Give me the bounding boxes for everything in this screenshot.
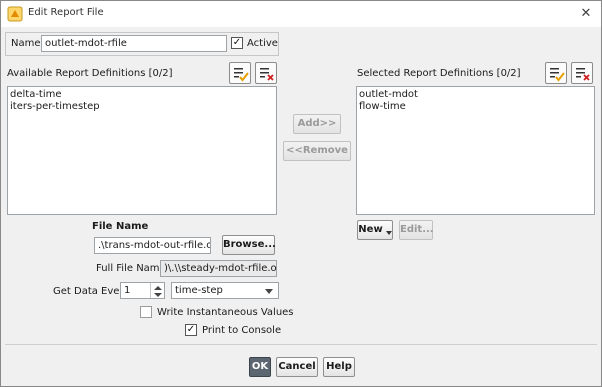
available-list[interactable]: delta-time iters-per-timestep (7, 86, 277, 215)
close-icon[interactable]: ✕ (575, 3, 597, 25)
remove-button[interactable]: <<Remove (283, 141, 351, 161)
get-data-every-value: 1 (124, 285, 131, 296)
spinner-control[interactable] (150, 283, 164, 298)
available-heading: Available Report Definitions [0/2] (7, 68, 173, 79)
add-button[interactable]: Add>> (293, 114, 341, 134)
available-deselect-all-button[interactable] (255, 62, 277, 84)
help-button[interactable]: Help (323, 357, 355, 377)
deselect-all-icon (576, 68, 590, 81)
select-all-icon (234, 68, 249, 82)
full-file-name-label: Full File Name (96, 263, 166, 274)
selected-select-all-button[interactable] (545, 62, 567, 84)
active-label: Active (247, 38, 278, 49)
selected-list[interactable]: outlet-mdot flow-time (356, 86, 595, 215)
cancel-button[interactable]: Cancel (276, 357, 318, 377)
print-to-console-checkbox[interactable]: ✓ (185, 324, 197, 336)
name-label: Name (11, 38, 41, 49)
selected-deselect-all-button[interactable] (571, 62, 593, 84)
get-data-every-label: Get Data Every (53, 286, 130, 297)
get-data-unit-value: time-step (175, 285, 223, 296)
file-name-heading: File Name (92, 221, 149, 232)
select-all-icon (550, 68, 565, 82)
new-button-label: New (358, 224, 383, 235)
fluent-app-icon (7, 6, 23, 22)
name-input[interactable]: outlet-mdot-rfile (41, 35, 227, 52)
new-button[interactable]: New (357, 220, 393, 240)
list-item[interactable]: iters-per-timestep (10, 101, 274, 113)
selected-heading: Selected Report Definitions [0/2] (357, 68, 521, 79)
file-name-input[interactable]: .\trans-mdot-out-rfile.out (94, 237, 211, 254)
full-file-name-field: )\.\\steady-mdot-rfile.out (160, 260, 277, 277)
edit-report-file-dialog: Edit Report File ✕ Name outlet-mdot-rfil… (0, 0, 602, 387)
footer-divider (5, 344, 597, 345)
get-data-every-input[interactable]: 1 (120, 282, 165, 299)
active-checkbox[interactable]: ✓ (231, 37, 243, 49)
browse-button[interactable]: Browse... (222, 235, 276, 255)
edit-button[interactable]: Edit... (399, 220, 434, 240)
list-item[interactable]: flow-time (359, 101, 592, 113)
write-instantaneous-checkbox[interactable] (140, 306, 152, 318)
chevron-down-icon (385, 231, 392, 235)
spinner-up-icon[interactable] (154, 286, 162, 290)
get-data-unit-select[interactable]: time-step (171, 282, 279, 299)
available-select-all-button[interactable] (229, 62, 251, 84)
spinner-down-icon[interactable] (154, 293, 162, 297)
list-item[interactable]: delta-time (10, 89, 274, 101)
print-to-console-label: Print to Console (202, 325, 282, 336)
ok-button[interactable]: OK (249, 357, 271, 377)
write-instantaneous-label: Write Instantaneous Values (157, 307, 294, 318)
window-title: Edit Report File (28, 7, 104, 18)
deselect-all-icon (260, 68, 274, 81)
title-bar: Edit Report File ✕ (1, 1, 601, 27)
chevron-down-icon (265, 289, 273, 294)
list-item[interactable]: outlet-mdot (359, 89, 592, 101)
